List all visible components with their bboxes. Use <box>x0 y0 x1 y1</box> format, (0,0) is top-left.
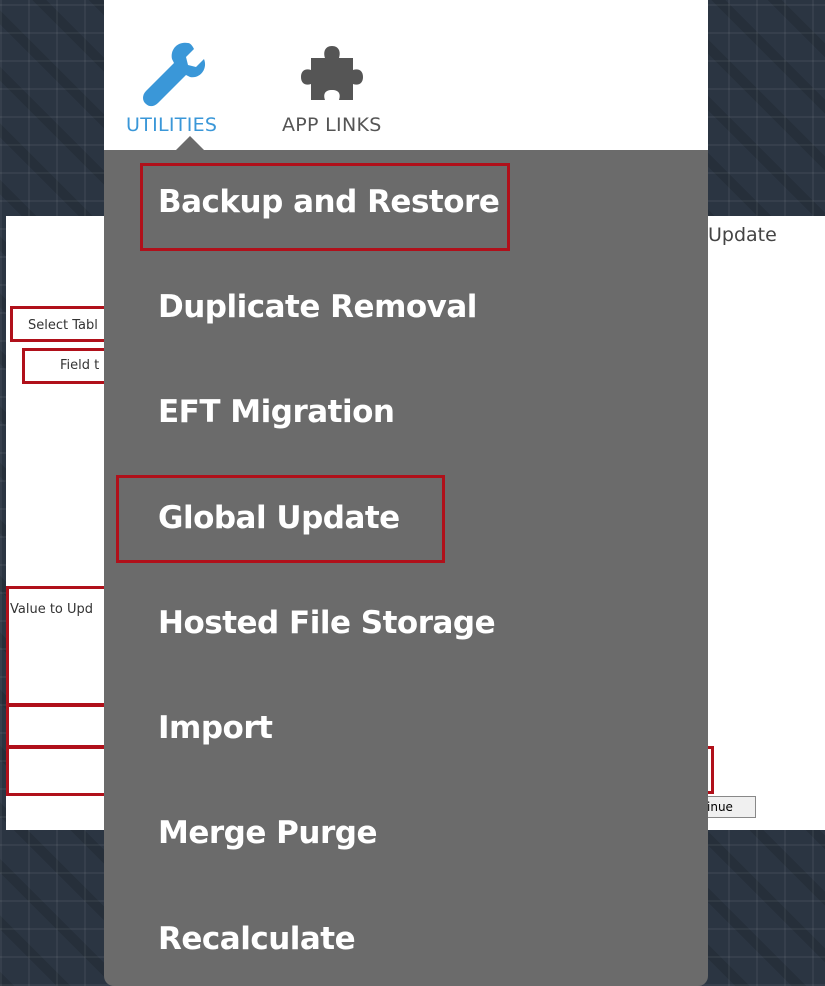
row-highlight-1 <box>6 704 110 748</box>
menu-item-recalculate[interactable]: Recalculate <box>158 921 356 957</box>
puzzle-icon <box>292 36 372 110</box>
select-table-label[interactable]: Select Tabl <box>28 318 108 333</box>
continue-button[interactable]: inue <box>702 796 756 818</box>
nav-utilities[interactable]: UTILITIES <box>126 36 217 136</box>
dropdown-caret <box>176 136 204 150</box>
menu-item-eft-migration[interactable]: EFT Migration <box>158 394 395 430</box>
nav-app-links[interactable]: APP LINKS <box>282 36 382 136</box>
value-to-update-label[interactable]: Value to Upd <box>10 602 108 617</box>
row-highlight-2 <box>6 746 110 796</box>
field-to-update-label[interactable]: Field t <box>60 358 108 373</box>
global-update-highlight <box>116 475 445 563</box>
menu-item-hosted-file-storage[interactable]: Hosted File Storage <box>158 605 496 641</box>
menu-item-import[interactable]: Import <box>158 710 273 746</box>
utilities-dropdown-menu: Backup and Restore Duplicate Removal EFT… <box>104 150 708 986</box>
backup-and-restore-highlight <box>140 163 510 251</box>
nav-app-links-label: APP LINKS <box>282 114 382 136</box>
menu-item-duplicate-removal[interactable]: Duplicate Removal <box>158 289 477 325</box>
menu-item-merge-purge[interactable]: Merge Purge <box>158 815 377 851</box>
nav-utilities-label: UTILITIES <box>126 114 218 136</box>
top-nav: UTILITIES APP LINKS <box>104 0 708 150</box>
page-title: Update <box>708 224 777 246</box>
wrench-icon <box>132 36 212 110</box>
